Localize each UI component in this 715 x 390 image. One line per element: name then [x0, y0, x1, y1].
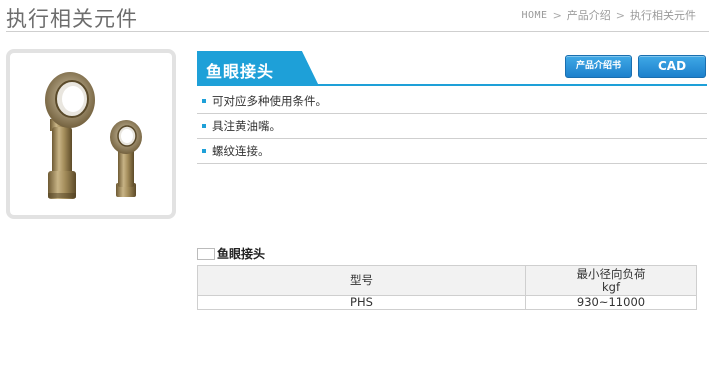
breadcrumb-separator-icon: > — [552, 8, 562, 22]
breadcrumb-item-current: 执行相关元件 — [630, 9, 696, 22]
cell-model: PHS — [197, 295, 526, 310]
feature-text: 可对应多种使用条件。 — [212, 94, 327, 108]
product-title-bar: 鱼眼接头 产品介绍书 CAD — [197, 51, 707, 86]
column-header-load-unit: kgf — [601, 279, 620, 294]
list-item: 可对应多种使用条件。 — [197, 89, 707, 114]
heading-box-icon — [197, 247, 215, 260]
breadcrumb-separator-icon: > — [615, 8, 625, 22]
bullet-icon — [202, 99, 206, 103]
feature-text: 具注黄油嘴。 — [212, 119, 281, 133]
cad-button[interactable]: CAD — [638, 55, 706, 78]
column-header-load: 最小径向负荷 kgf — [525, 265, 697, 296]
spec-heading: 鱼眼接头 — [197, 245, 265, 262]
bullet-icon — [202, 124, 206, 128]
product-intro-button[interactable]: 产品介绍书 — [565, 55, 632, 78]
product-image — [6, 49, 176, 219]
breadcrumb: HOME > 产品介绍 > 执行相关元件 — [521, 7, 696, 23]
list-item: 具注黄油嘴。 — [197, 114, 707, 139]
rod-end-bearing-photo-icon — [45, 72, 142, 199]
list-item: 螺纹连接。 — [197, 139, 707, 164]
cell-load: 930~11000 — [525, 295, 697, 310]
spec-table: 型号 最小径向负荷 kgf PHS 930~11000 — [197, 265, 697, 310]
spec-heading-text: 鱼眼接头 — [217, 247, 266, 261]
feature-text: 螺纹连接。 — [212, 144, 270, 158]
table-header-row: 型号 最小径向负荷 kgf — [197, 265, 697, 296]
product-name: 鱼眼接头 — [197, 51, 319, 86]
title-divider — [6, 31, 709, 32]
column-header-load-label: 最小径向负荷 — [576, 266, 646, 281]
table-row: PHS 930~11000 — [197, 295, 697, 310]
breadcrumb-home[interactable]: HOME — [521, 10, 547, 21]
column-header-model: 型号 — [197, 265, 526, 296]
bullet-icon — [202, 149, 206, 153]
page-title: 执行相关元件 — [6, 7, 138, 31]
feature-list: 可对应多种使用条件。 具注黄油嘴。 螺纹连接。 — [197, 89, 707, 164]
breadcrumb-item-products[interactable]: 产品介绍 — [567, 7, 611, 23]
